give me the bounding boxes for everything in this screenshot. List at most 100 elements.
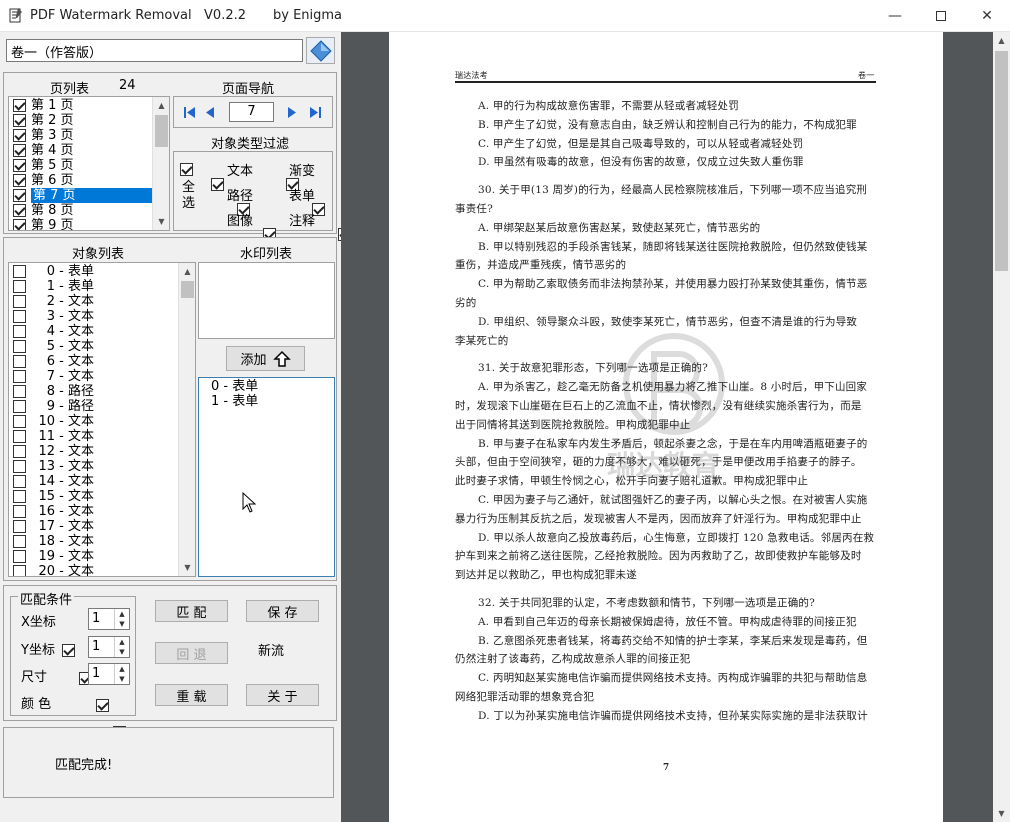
page-checkbox[interactable]: [13, 219, 26, 230]
watermark-list[interactable]: 0 - 表单 1 - 表单: [198, 377, 335, 577]
page-list-item[interactable]: 第 7 页: [9, 188, 156, 203]
page-list-item[interactable]: 第 5 页: [9, 158, 153, 173]
object-checkbox[interactable]: [13, 535, 26, 548]
watermark-list-item[interactable]: 1 - 表单: [211, 394, 258, 409]
object-list-item[interactable]: 15 - 文本: [9, 489, 179, 504]
object-checkbox[interactable]: [13, 310, 26, 323]
scroll-down-icon[interactable]: ▼: [153, 213, 169, 230]
object-checkbox[interactable]: [13, 565, 26, 576]
first-page-icon[interactable]: [183, 106, 196, 123]
page-list-item[interactable]: 第 6 页: [9, 173, 153, 188]
page-checkbox[interactable]: [13, 144, 26, 157]
scroll-thumb[interactable]: [995, 51, 1008, 271]
object-checkbox[interactable]: [13, 370, 26, 383]
object-list-item[interactable]: 0 - 表单: [9, 264, 179, 279]
page-list-item[interactable]: 第 3 页: [9, 128, 153, 143]
page-list-item[interactable]: 第 8 页: [9, 203, 153, 218]
page-list-item[interactable]: 第 9 页: [9, 218, 153, 230]
undo-button[interactable]: 回 退: [155, 642, 228, 664]
page-checkbox[interactable]: [13, 114, 26, 127]
page-checkbox[interactable]: [13, 204, 26, 217]
object-list-item[interactable]: 11 - 文本: [9, 429, 179, 444]
object-checkbox[interactable]: [13, 295, 26, 308]
object-checkbox[interactable]: [13, 355, 26, 368]
x-stepper[interactable]: 1 ▲ ▼: [88, 608, 130, 630]
y-stepper[interactable]: 1 ▲ ▼: [88, 636, 130, 658]
page-list-item[interactable]: 第 1 页: [9, 98, 153, 113]
match-button[interactable]: 匹 配: [155, 600, 228, 622]
object-checkbox[interactable]: [13, 505, 26, 518]
page-list-item[interactable]: 第 4 页: [9, 143, 153, 158]
save-button[interactable]: 保 存: [246, 600, 319, 622]
page-number-input[interactable]: 7: [229, 102, 274, 122]
object-checkbox[interactable]: [13, 520, 26, 533]
page-checkbox[interactable]: [13, 99, 26, 112]
last-page-icon[interactable]: [309, 106, 322, 123]
scroll-thumb[interactable]: [181, 281, 194, 298]
object-checkbox[interactable]: [13, 430, 26, 443]
object-list-item[interactable]: 19 - 文本: [9, 549, 179, 564]
object-list-item[interactable]: 6 - 文本: [9, 354, 179, 369]
maximize-button[interactable]: [918, 0, 964, 32]
scroll-down-icon[interactable]: ▼: [993, 805, 1010, 822]
reload-button[interactable]: 重 载: [155, 684, 228, 706]
objects-scrollbar[interactable]: ▲ ▼: [178, 263, 195, 576]
object-list-item[interactable]: 14 - 文本: [9, 474, 179, 489]
watermark-list-item[interactable]: 0 - 表单: [211, 379, 258, 394]
prev-page-icon[interactable]: [205, 106, 215, 123]
object-list-item[interactable]: 2 - 文本: [9, 294, 179, 309]
scroll-up-icon[interactable]: ▲: [153, 97, 169, 114]
object-list-item[interactable]: 8 - 路径: [9, 384, 179, 399]
object-checkbox[interactable]: [13, 445, 26, 458]
object-list-item[interactable]: 16 - 文本: [9, 504, 179, 519]
object-checkbox[interactable]: [13, 475, 26, 488]
object-checkbox[interactable]: [13, 265, 26, 278]
object-list-item[interactable]: 1 - 表单: [9, 279, 179, 294]
pages-list[interactable]: 第 1 页第 2 页第 3 页第 4 页第 5 页第 6 页第 7 页第 8 页…: [8, 96, 170, 231]
page-list-item[interactable]: 第 2 页: [9, 113, 153, 128]
filter-checkbox[interactable]: [211, 178, 224, 191]
object-list-item[interactable]: 4 - 文本: [9, 324, 179, 339]
object-list-item[interactable]: 3 - 文本: [9, 309, 179, 324]
page-checkbox[interactable]: [13, 159, 26, 172]
size-stepper[interactable]: 1 ▲ ▼: [88, 663, 130, 685]
object-checkbox[interactable]: [13, 550, 26, 563]
object-checkbox[interactable]: [13, 385, 26, 398]
file-name-field[interactable]: 卷一（作答版）: [6, 39, 303, 62]
page-checkbox[interactable]: [13, 189, 26, 202]
page-checkbox[interactable]: [13, 174, 26, 187]
object-checkbox[interactable]: [13, 460, 26, 473]
object-list-item[interactable]: 12 - 文本: [9, 444, 179, 459]
objects-list[interactable]: 0 - 表单 1 - 表单 2 - 文本 3 - 文本 4 - 文本 5 - 文本 6 - …: [8, 262, 196, 577]
object-list-item[interactable]: 9 - 路径: [9, 399, 179, 414]
add-button[interactable]: 添加: [226, 346, 305, 371]
size-checkbox[interactable]: [96, 699, 110, 712]
scroll-thumb[interactable]: [155, 115, 168, 147]
scroll-up-icon[interactable]: ▲: [993, 32, 1010, 49]
scroll-up-icon[interactable]: ▲: [179, 263, 195, 280]
close-button[interactable]: ✕: [964, 0, 1010, 32]
about-button[interactable]: 关 于: [246, 684, 319, 706]
document-scrollbar[interactable]: ▲ ▼: [993, 32, 1010, 822]
object-list-item[interactable]: 13 - 文本: [9, 459, 179, 474]
pages-scrollbar[interactable]: ▲ ▼: [152, 97, 169, 230]
object-list-item[interactable]: 18 - 文本: [9, 534, 179, 549]
object-checkbox[interactable]: [13, 340, 26, 353]
object-list-item[interactable]: 17 - 文本: [9, 519, 179, 534]
x-checkbox[interactable]: [62, 644, 75, 657]
object-checkbox[interactable]: [13, 490, 26, 503]
object-checkbox[interactable]: [13, 280, 26, 293]
next-page-icon[interactable]: [287, 106, 297, 123]
minimize-button[interactable]: —: [872, 0, 918, 32]
object-checkbox[interactable]: [13, 400, 26, 413]
object-list-item[interactable]: 10 - 文本: [9, 414, 179, 429]
open-file-button[interactable]: [306, 37, 335, 64]
object-list-item[interactable]: 20 - 文本: [9, 564, 179, 576]
object-checkbox[interactable]: [13, 415, 26, 428]
document-view[interactable]: 瑞达法考 卷一 A. 甲的行为构成故意伤害罪，不需要从轻或者减轻处罚 B. 甲产生…: [341, 32, 993, 822]
scroll-down-icon[interactable]: ▼: [179, 559, 195, 576]
object-list-item[interactable]: 5 - 文本: [9, 339, 179, 354]
object-checkbox[interactable]: [13, 325, 26, 338]
page-checkbox[interactable]: [13, 129, 26, 142]
object-list-item[interactable]: 7 - 文本: [9, 369, 179, 384]
